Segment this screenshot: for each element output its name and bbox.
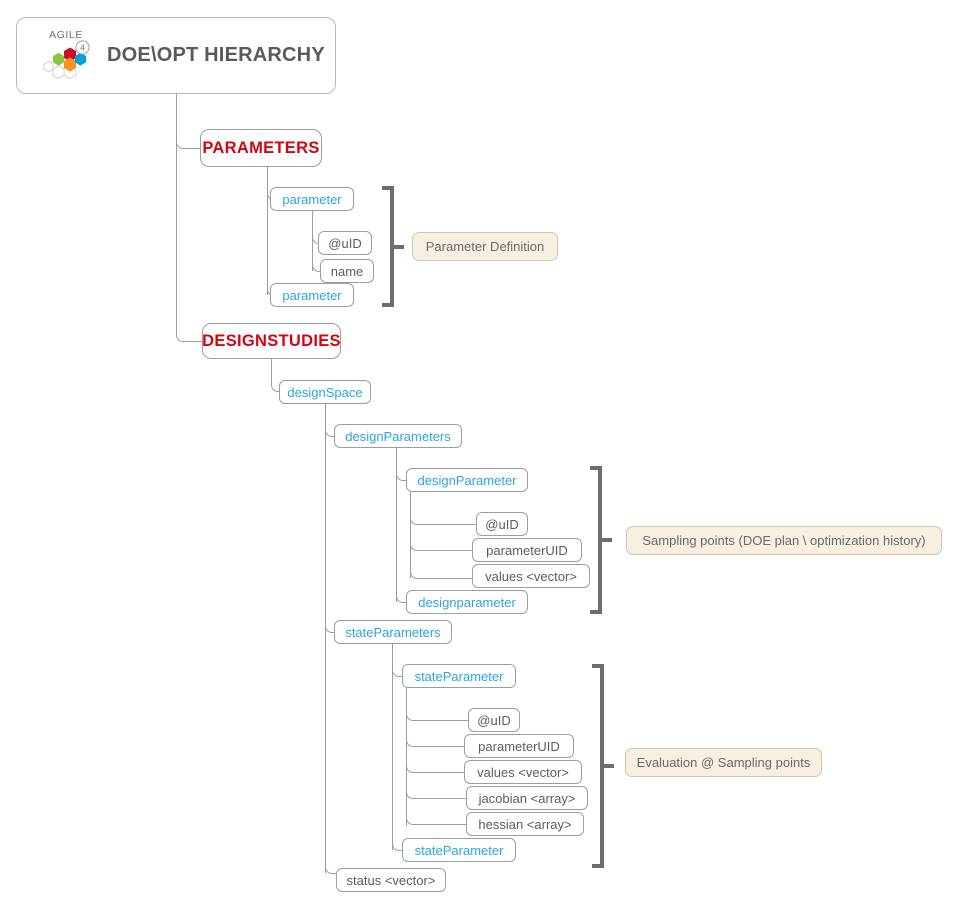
node-designparameters[interactable]: designParameters xyxy=(334,424,462,448)
bracket-sampling-points xyxy=(590,466,612,614)
node-sp-hessian-label: hessian <array> xyxy=(478,816,572,832)
node-sp-parameteruid-label: parameterUID xyxy=(478,738,560,754)
connector-stub-dp-values xyxy=(421,578,472,579)
logo-hexagons: 4 xyxy=(39,38,101,89)
diagram-title-card: AGILE 4 DOE\OPT HIERARCHY xyxy=(16,17,336,94)
node-stateparameter-1-label: stateParameter xyxy=(414,668,504,684)
agile4-logo: AGILE 4 xyxy=(39,28,101,84)
node-sp-jacobian[interactable]: jacobian <array> xyxy=(466,786,588,810)
node-parameter-2[interactable]: parameter xyxy=(270,283,354,307)
page-title: DOE\OPT HIERARCHY xyxy=(107,44,325,66)
node-sp-values-label: values <vector> xyxy=(477,764,569,780)
node-stateparameter-2[interactable]: stateParameter xyxy=(402,838,516,862)
node-dp-parameteruid-label: parameterUID xyxy=(486,542,568,558)
annotation-sampling-points: Sampling points (DOE plan \ optimization… xyxy=(626,526,942,555)
node-sp-uid[interactable]: @uID xyxy=(468,708,520,732)
node-parameter-name-label: name xyxy=(330,263,364,279)
node-designparameters-label: designParameters xyxy=(345,428,451,444)
bracket-tick xyxy=(394,244,404,249)
bracket-cap-bottom xyxy=(382,303,394,307)
node-stateparameters-label: stateParameters xyxy=(345,624,441,640)
connector-stub-dp-parameteruid xyxy=(421,550,472,551)
node-designstudies-label: DESIGNSTUDIES xyxy=(202,331,341,350)
connector-stub-sp-values xyxy=(417,772,464,773)
node-dp-values-label: values <vector> xyxy=(485,568,577,584)
node-stateparameter-1[interactable]: stateParameter xyxy=(402,664,516,688)
connector-to-parameters xyxy=(176,134,201,149)
node-designparameter-2-label: designparameter xyxy=(418,594,516,610)
node-designparameter-2[interactable]: designparameter xyxy=(406,590,528,614)
node-parameter-2-label: parameter xyxy=(282,287,342,303)
bracket-tick xyxy=(602,538,612,542)
node-status[interactable]: status <vector> xyxy=(336,868,446,892)
connector-to-sp-hessian xyxy=(406,688,418,825)
node-designspace-label: designSpace xyxy=(287,384,363,400)
bracket-evaluation xyxy=(592,664,614,868)
bracket-parameter-definition xyxy=(382,186,404,307)
node-designparameter-1-label: designParameter xyxy=(417,472,517,488)
annotation-evaluation-label: Evaluation @ Sampling points xyxy=(636,755,811,770)
node-dp-uid-label: @uID xyxy=(485,516,519,532)
node-parameters-label: PARAMETERS xyxy=(202,138,320,157)
connector-stub-sp-parameteruid xyxy=(417,746,464,747)
bracket-cap-bottom xyxy=(590,610,602,614)
annotation-evaluation: Evaluation @ Sampling points xyxy=(625,748,822,777)
node-sp-hessian[interactable]: hessian <array> xyxy=(466,812,584,836)
node-parameters[interactable]: PARAMETERS xyxy=(200,129,322,167)
node-sp-uid-label: @uID xyxy=(477,712,511,728)
node-parameter-uid-label: @uID xyxy=(328,235,362,251)
connector-stub-dp-uid xyxy=(421,524,476,525)
bracket-tick xyxy=(604,764,614,768)
node-sp-values[interactable]: values <vector> xyxy=(464,760,582,784)
annotation-parameter-definition-label: Parameter Definition xyxy=(425,239,545,254)
connector-stub-sp-hessian xyxy=(417,824,466,825)
node-dp-uid[interactable]: @uID xyxy=(476,512,528,536)
svg-text:4: 4 xyxy=(80,43,85,52)
node-stateparameter-2-label: stateParameter xyxy=(414,842,504,858)
node-dp-values[interactable]: values <vector> xyxy=(472,564,590,588)
node-designparameter-1[interactable]: designParameter xyxy=(406,468,528,492)
connector-root-spine xyxy=(176,134,177,327)
annotation-sampling-points-label: Sampling points (DOE plan \ optimization… xyxy=(642,533,926,548)
connector-to-designstudies xyxy=(176,327,203,342)
node-designstudies[interactable]: DESIGNSTUDIES xyxy=(202,323,341,359)
doe-opt-hierarchy-diagram: AGILE 4 DOE\OPT HIERARCHY PARAMETERS par… xyxy=(0,0,958,907)
node-parameter-name[interactable]: name xyxy=(320,259,374,283)
bracket-cap-bottom xyxy=(592,864,604,868)
node-sp-jacobian-label: jacobian <array> xyxy=(478,790,576,806)
node-parameter-1[interactable]: parameter xyxy=(270,187,354,211)
node-parameter-1-label: parameter xyxy=(282,191,342,207)
node-designspace[interactable]: designSpace xyxy=(279,380,371,404)
node-stateparameters[interactable]: stateParameters xyxy=(334,620,452,644)
connector-stub-sp-uid xyxy=(417,720,468,721)
node-sp-parameteruid[interactable]: parameterUID xyxy=(464,734,574,758)
node-status-label: status <vector> xyxy=(346,872,436,888)
connector-to-dp-values xyxy=(410,492,422,579)
node-parameter-uid[interactable]: @uID xyxy=(318,231,372,255)
annotation-parameter-definition: Parameter Definition xyxy=(412,232,558,261)
connector-root-stem xyxy=(176,94,177,134)
node-dp-parameteruid[interactable]: parameterUID xyxy=(472,538,582,562)
connector-stub-sp-jacobian xyxy=(417,798,466,799)
